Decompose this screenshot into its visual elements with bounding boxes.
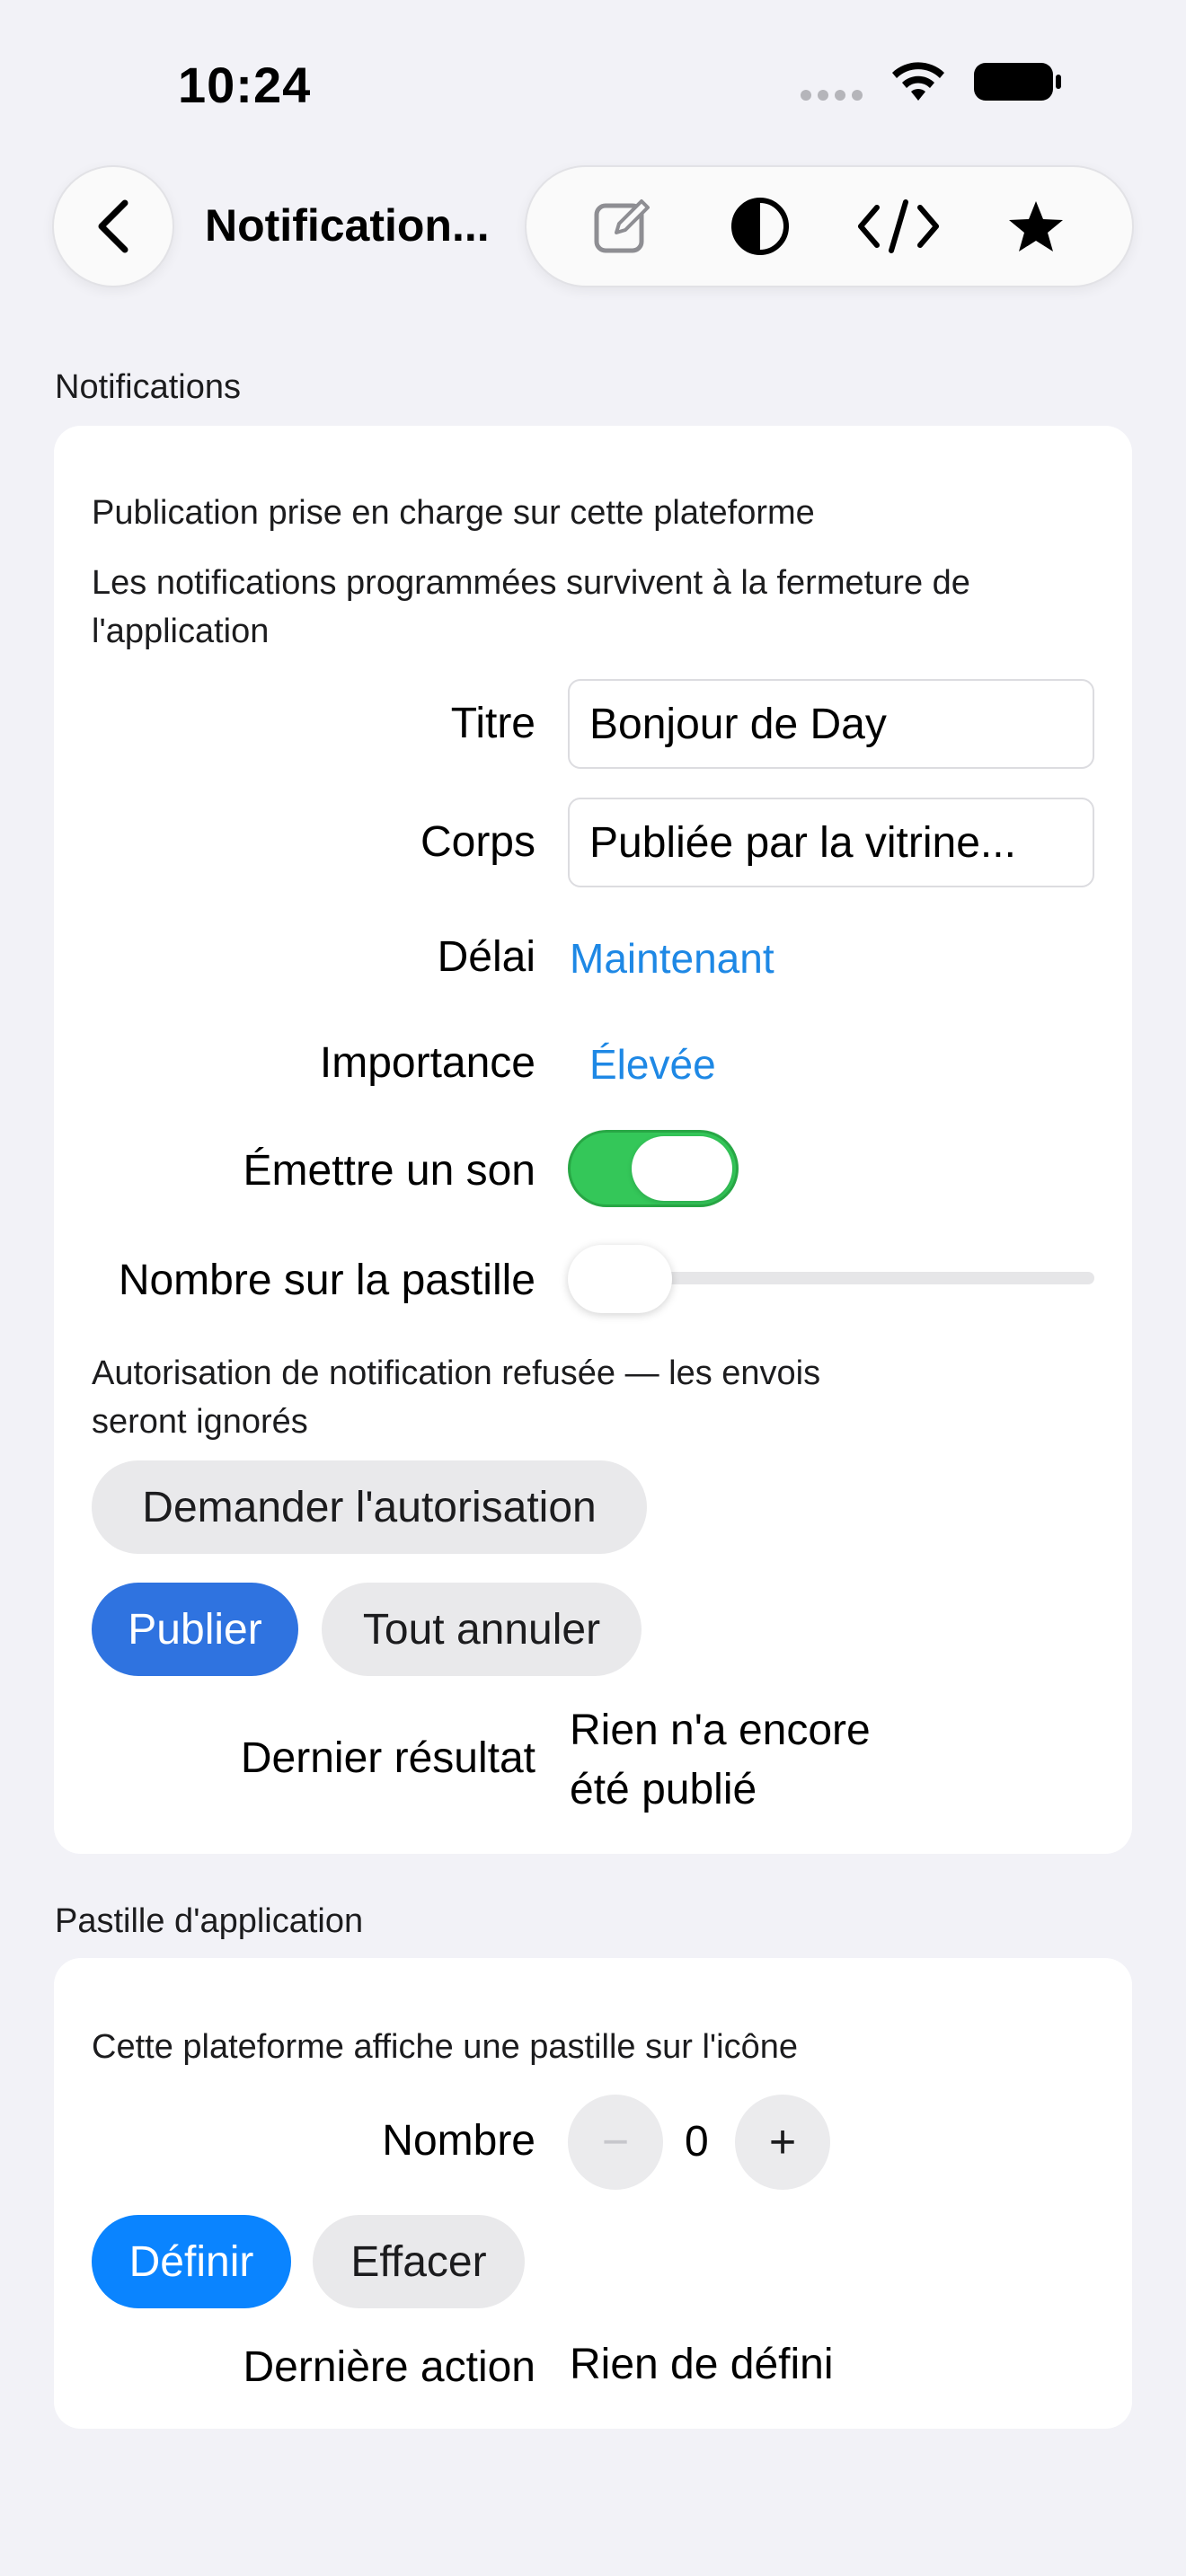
badge-count-label: Nombre sur la pastille bbox=[118, 1257, 535, 1304]
publish-button[interactable]: Publier bbox=[92, 1583, 298, 1676]
page-title: Notification... bbox=[205, 200, 490, 251]
appearance-button[interactable] bbox=[715, 181, 805, 271]
chevron-left-icon bbox=[98, 199, 128, 253]
code-icon bbox=[857, 199, 939, 253]
wifi-icon bbox=[892, 62, 944, 101]
sound-label: Émettre un son bbox=[243, 1147, 536, 1195]
section-header-notifications: Notifications bbox=[55, 368, 241, 406]
source-code-button[interactable] bbox=[854, 181, 943, 271]
badge-count-value: 0 bbox=[685, 2118, 709, 2166]
star-icon bbox=[1009, 201, 1064, 251]
last-result-label: Dernier résultat bbox=[240, 1734, 535, 1782]
increment-button[interactable]: + bbox=[735, 2095, 830, 2190]
badge-slider-thumb[interactable] bbox=[568, 1245, 672, 1313]
badge-platform-text: Cette plateforme affiche une pastille su… bbox=[92, 2028, 798, 2066]
cellular-signal-icon bbox=[801, 90, 863, 101]
last-action-value: Rien de défini bbox=[570, 2341, 834, 2388]
back-button[interactable] bbox=[52, 165, 174, 287]
importance-label: Importance bbox=[319, 1039, 535, 1087]
title-input-value: Bonjour de Day bbox=[589, 700, 887, 748]
screen: 10:24 Notification... Notifications Publ… bbox=[0, 0, 1186, 2576]
delay-picker[interactable]: Maintenant bbox=[570, 934, 774, 983]
title-input[interactable]: Bonjour de Day bbox=[568, 679, 1094, 769]
compose-icon bbox=[594, 199, 650, 253]
importance-picker[interactable]: Élevée bbox=[589, 1040, 716, 1089]
status-time: 10:24 bbox=[178, 57, 312, 113]
body-label: Corps bbox=[420, 818, 535, 866]
title-label: Titre bbox=[450, 700, 535, 747]
compose-button[interactable] bbox=[578, 181, 668, 271]
section-header-app-badge: Pastille d'application bbox=[55, 1902, 364, 1940]
badge-count-label: Nombre bbox=[382, 2117, 535, 2165]
toolbar bbox=[525, 165, 1134, 287]
body-input[interactable]: Publiée par la vitrine... bbox=[568, 798, 1094, 887]
sound-toggle[interactable] bbox=[568, 1130, 739, 1207]
favorite-button[interactable] bbox=[991, 181, 1081, 271]
contrast-icon bbox=[731, 198, 790, 255]
toggle-knob bbox=[632, 1136, 732, 1201]
permission-denied-text: Autorisation de notification refusée — l… bbox=[92, 1354, 821, 1441]
delay-label: Délai bbox=[437, 933, 535, 981]
set-badge-button[interactable]: Définir bbox=[92, 2215, 291, 2308]
supported-text: Publication prise en charge sur cette pl… bbox=[92, 494, 815, 532]
last-result-value: Rien n'a encore été publié bbox=[570, 1707, 871, 1813]
battery-icon bbox=[974, 63, 1061, 101]
status-icons bbox=[801, 59, 1062, 104]
body-input-value: Publiée par la vitrine... bbox=[589, 818, 1016, 867]
persist-text: Les notifications programmées survivent … bbox=[92, 564, 970, 650]
decrement-button[interactable]: − bbox=[568, 2095, 663, 2190]
cancel-all-button[interactable]: Tout annuler bbox=[322, 1583, 642, 1676]
clear-badge-button[interactable]: Effacer bbox=[313, 2215, 525, 2308]
last-action-label: Dernière action bbox=[243, 2343, 536, 2391]
request-permission-button[interactable]: Demander l'autorisation bbox=[92, 1460, 647, 1554]
